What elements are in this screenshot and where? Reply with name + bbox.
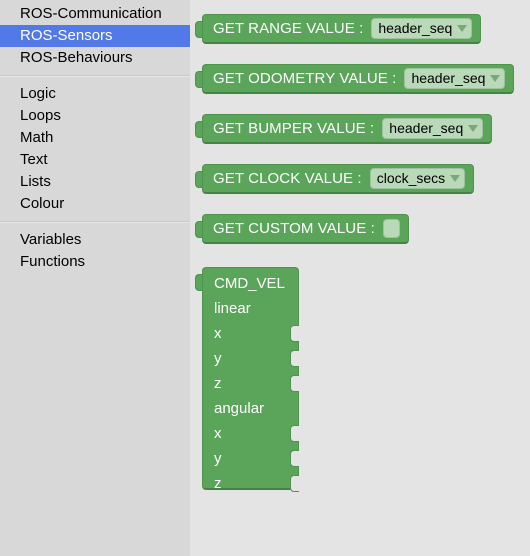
input-socket-x-2[interactable] <box>290 325 299 342</box>
toolbox-separator <box>0 221 190 223</box>
input-socket-y-7[interactable] <box>290 450 299 467</box>
block-label: GET CLOCK VALUE : <box>213 170 362 187</box>
dropdown-value: clock_secs <box>376 170 446 186</box>
toolbox-item-math[interactable]: Math <box>0 127 190 149</box>
cmd-vel-row-angular-5: angular <box>214 400 265 417</box>
cmd-vel-row-cmd-vel-0: CMD_VEL <box>214 275 285 292</box>
toolbox-item-loops[interactable]: Loops <box>0 105 190 127</box>
cmd-vel-row-z-8: z <box>214 475 222 492</box>
toolbox-item-logic[interactable]: Logic <box>0 83 190 105</box>
block-body: GET RANGE VALUE : header_seq <box>202 14 482 44</box>
input-socket-z-8[interactable] <box>290 475 299 492</box>
block-label: GET CUSTOM VALUE : <box>213 220 375 237</box>
block-body: GET CLOCK VALUE : clock_secs <box>202 164 475 194</box>
blockly-workspace[interactable]: CMD_VEL linear x y z angular x y z GET RANGE VAL… <box>190 0 530 556</box>
dropdown-value: header_seq <box>389 120 464 136</box>
block-label: GET BUMPER VALUE : <box>213 120 375 137</box>
chevron-down-icon <box>468 125 479 132</box>
toolbox-item-lists[interactable]: Lists <box>0 171 190 193</box>
block-label: GET RANGE VALUE : <box>213 20 364 37</box>
block-cmd-vel[interactable]: CMD_VEL linear x y z angular x y z <box>195 267 305 492</box>
toolbox-sidebar: ROS-Communication ROS-Sensors ROS-Behaviou… <box>0 0 190 556</box>
chevron-down-icon <box>450 175 461 182</box>
cmd-vel-row-y-7: y <box>214 450 222 467</box>
toolbox-separator <box>0 75 190 77</box>
cmd-vel-row-linear-1: linear <box>214 300 251 317</box>
toolbox-group: Variables Functions <box>0 229 190 273</box>
cmd-vel-row-x-6: x <box>214 425 222 442</box>
block-body: GET CUSTOM VALUE : <box>202 214 409 244</box>
dropdown-field-get-bumper-value[interactable]: header_seq <box>382 118 484 139</box>
toolbox-item-text[interactable]: Text <box>0 149 190 171</box>
cmd-vel-body: CMD_VEL linear x y z angular x y z <box>202 267 299 492</box>
block-body: GET BUMPER VALUE : header_seq <box>202 114 493 144</box>
dropdown-field-get-custom-value[interactable] <box>382 219 400 238</box>
cmd-vel-row-y-3: y <box>214 350 222 367</box>
block-label: GET ODOMETRY VALUE : <box>213 70 397 87</box>
dropdown-value: header_seq <box>378 20 453 36</box>
chevron-down-icon <box>490 75 501 82</box>
toolbox-item-ros-sensors[interactable]: ROS-Sensors <box>0 25 190 47</box>
dropdown-value: header_seq <box>411 70 486 86</box>
input-socket-y-3[interactable] <box>290 350 299 367</box>
dropdown-field-get-odometry-value[interactable]: header_seq <box>404 68 506 89</box>
input-socket-x-6[interactable] <box>290 425 299 442</box>
block-body: GET ODOMETRY VALUE : header_seq <box>202 64 515 94</box>
toolbox-group: Logic Loops Math Text Lists Colour <box>0 83 190 215</box>
cmd-vel-row-z-4: z <box>214 375 222 392</box>
toolbox-item-variables[interactable]: Variables <box>0 229 190 251</box>
toolbox-item-ros-behaviours[interactable]: ROS-Behaviours <box>0 47 190 69</box>
cmd-vel-row-x-2: x <box>214 325 222 342</box>
toolbox-item-colour[interactable]: Colour <box>0 193 190 215</box>
dropdown-field-get-range-value[interactable]: header_seq <box>371 18 473 39</box>
toolbox-group: ROS-Communication ROS-Sensors ROS-Behaviou… <box>0 3 190 69</box>
toolbox-item-functions[interactable]: Functions <box>0 251 190 273</box>
chevron-down-icon <box>457 25 468 32</box>
dropdown-field-get-clock-value[interactable]: clock_secs <box>369 168 466 189</box>
input-socket-z-4[interactable] <box>290 375 299 392</box>
toolbox-item-ros-communication[interactable]: ROS-Communication <box>0 3 190 25</box>
